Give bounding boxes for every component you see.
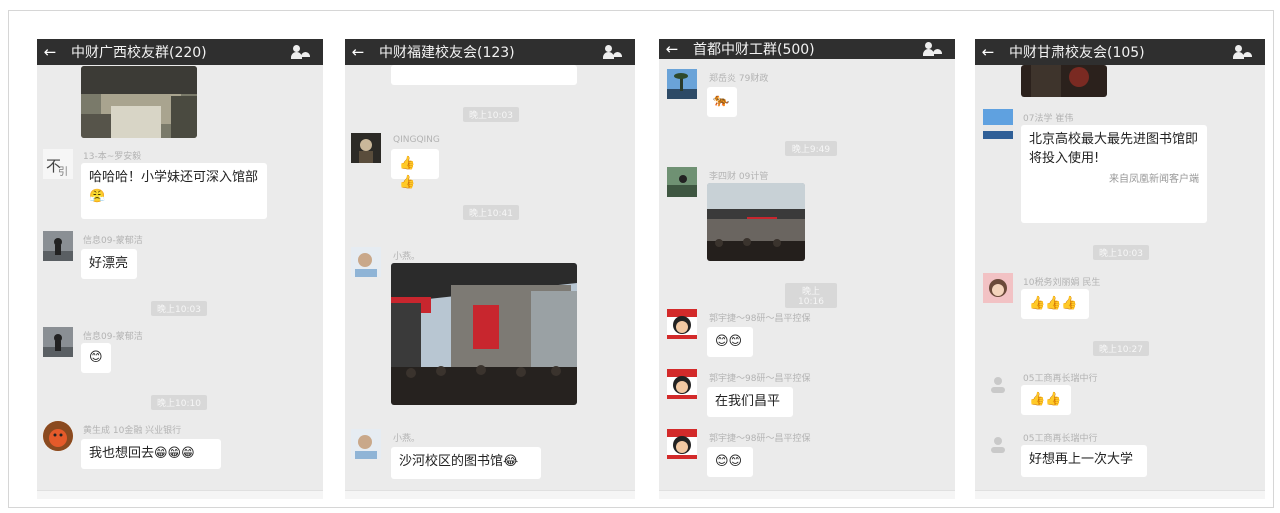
avatar[interactable] — [983, 369, 1013, 399]
time-divider: 晚上10:03 — [1093, 245, 1149, 260]
sender-name: 13-本~罗安毅 — [83, 152, 142, 162]
chat-title: 首都中财工群(500) — [693, 42, 815, 58]
sender-name: 信息09-蒙郁洁 — [83, 236, 143, 246]
message-emoji: 😤 — [89, 188, 106, 204]
chat-panel-gansu: ← 中财甘肃校友会(105) 07法学 崔伟 北京高校最大最先进图书馆即将投入使… — [975, 39, 1265, 499]
time-divider: 晚上10:03 — [151, 301, 207, 316]
chat-panel-capital: ← 首都中财工群(500) 郑岳炎 79财政 🐅 晚上9:49 李四财 09计管 — [659, 39, 955, 499]
avatar[interactable] — [351, 133, 381, 163]
message-bubble[interactable]: 😊😊 — [707, 327, 753, 357]
time-divider: 晚上10:03 — [463, 107, 519, 122]
chat-title: 中财广西校友群(220) — [71, 45, 207, 61]
avatar[interactable] — [43, 231, 73, 261]
time-divider: 晚上9:49 — [785, 141, 837, 156]
message-bubble[interactable]: 好想再上一次大学 — [1021, 445, 1147, 477]
avatar[interactable] — [667, 429, 697, 459]
message-bubble[interactable]: 我也想回去😁😁😁 — [81, 439, 221, 469]
message-bubble[interactable] — [391, 65, 577, 85]
avatar[interactable] — [351, 429, 381, 459]
sender-name: 郭宇捷～98研～昌平控保 — [709, 434, 811, 444]
screenshot-frame: ← 中财广西校友群(220) 不引 13-本~罗安毅 哈哈哈！小学妹还可深入馆部… — [8, 10, 1274, 508]
sender-name: 郭宇捷～98研～昌平控保 — [709, 314, 811, 324]
chat-header: ← 中财福建校友会(123) — [345, 39, 635, 65]
time-divider: 晚上10:16 — [785, 283, 837, 308]
back-arrow-icon[interactable]: ← — [345, 43, 371, 61]
sender-name: 黄生成 10金融 兴业银行 — [83, 426, 182, 436]
chat-panel-fujian: ← 中财福建校友会(123) 晚上10:03 QINGQING 👍👍 晚上10:… — [345, 39, 635, 499]
input-bar[interactable] — [37, 490, 323, 499]
sender-name: 李四财 09计管 — [709, 172, 769, 182]
sender-name: 郑岳炎 79财政 — [709, 74, 769, 84]
message-bubble[interactable]: 北京高校最大最先进图书馆即将投入使用! 来自凤凰新闻客户端 — [1021, 125, 1207, 223]
message-text: 北京高校最大最先进图书馆即将投入使用! — [1029, 132, 1199, 166]
message-bubble[interactable]: 沙河校区的图书馆😂 — [391, 447, 541, 479]
avatar[interactable] — [667, 309, 697, 339]
shared-photo[interactable] — [391, 263, 577, 405]
sender-name: 05工商再长瑞中行 — [1023, 434, 1098, 444]
avatar[interactable] — [983, 273, 1013, 303]
message-bubble[interactable]: 哈哈哈！小学妹还可深入馆部 😤 — [81, 163, 267, 219]
sender-name: QINGQING — [393, 135, 440, 145]
chat-title: 中财福建校友会(123) — [379, 45, 515, 61]
group-members-icon[interactable] — [1233, 45, 1255, 59]
message-bubble[interactable]: 😊😊 — [707, 447, 753, 477]
sender-name: 10税务刘丽娟 民生 — [1023, 278, 1101, 288]
news-source: 来自凤凰新闻客户端 — [1109, 173, 1199, 185]
input-bar[interactable] — [975, 490, 1265, 499]
time-divider: 晚上10:27 — [1093, 341, 1149, 356]
avatar[interactable] — [983, 429, 1013, 459]
chat-header: ← 中财广西校友群(220) — [37, 39, 323, 65]
avatar[interactable]: 不引 — [43, 149, 73, 179]
sender-name: 小燕。 — [393, 434, 421, 444]
message-bubble[interactable]: 👍👍👍 — [1021, 289, 1089, 319]
group-members-icon[interactable] — [923, 42, 945, 56]
message-bubble[interactable]: 好漂亮 — [81, 249, 137, 279]
avatar[interactable] — [983, 109, 1013, 139]
avatar[interactable] — [351, 247, 381, 277]
back-arrow-icon[interactable]: ← — [659, 40, 685, 58]
avatar[interactable] — [667, 369, 697, 399]
shared-photo[interactable] — [707, 183, 805, 261]
message-bubble[interactable]: 在我们昌平 — [707, 387, 793, 417]
chat-panel-guangxi: ← 中财广西校友群(220) 不引 13-本~罗安毅 哈哈哈！小学妹还可深入馆部… — [37, 39, 323, 499]
back-arrow-icon[interactable]: ← — [975, 43, 1001, 61]
chat-title: 中财甘肃校友会(105) — [1009, 45, 1145, 61]
svg-text:引: 引 — [58, 166, 68, 178]
message-bubble[interactable]: 👍👍 — [391, 149, 439, 190]
message-text: 哈哈哈！小学妹还可深入馆部 — [89, 170, 259, 185]
avatar[interactable] — [43, 327, 73, 357]
chat-header: ← 中财甘肃校友会(105) — [975, 39, 1265, 65]
message-bubble[interactable]: 👍👍 — [1021, 385, 1071, 415]
message-bubble[interactable]: 😊 — [81, 343, 111, 373]
avatar[interactable] — [667, 167, 697, 197]
group-members-icon[interactable] — [603, 45, 625, 59]
avatar[interactable] — [43, 421, 73, 451]
sender-name: 05工商再长瑞中行 — [1023, 374, 1098, 384]
shared-photo[interactable] — [1021, 65, 1107, 97]
input-bar[interactable] — [345, 490, 635, 499]
avatar[interactable] — [667, 69, 697, 99]
time-divider: 晚上10:10 — [151, 395, 207, 410]
sender-name: 郭宇捷～98研～昌平控保 — [709, 374, 811, 384]
chat-header: ← 首都中财工群(500) — [659, 39, 955, 59]
sender-name: 07法学 崔伟 — [1023, 114, 1074, 124]
shared-photo[interactable] — [81, 66, 197, 138]
input-bar[interactable] — [659, 490, 955, 499]
group-members-icon[interactable] — [291, 45, 313, 59]
back-arrow-icon[interactable]: ← — [37, 43, 63, 61]
sender-name: 小燕。 — [393, 252, 421, 262]
sender-name: 信息09-蒙郁洁 — [83, 332, 143, 342]
message-bubble[interactable]: 🐅 — [707, 87, 737, 117]
time-divider: 晚上10:41 — [463, 205, 519, 220]
